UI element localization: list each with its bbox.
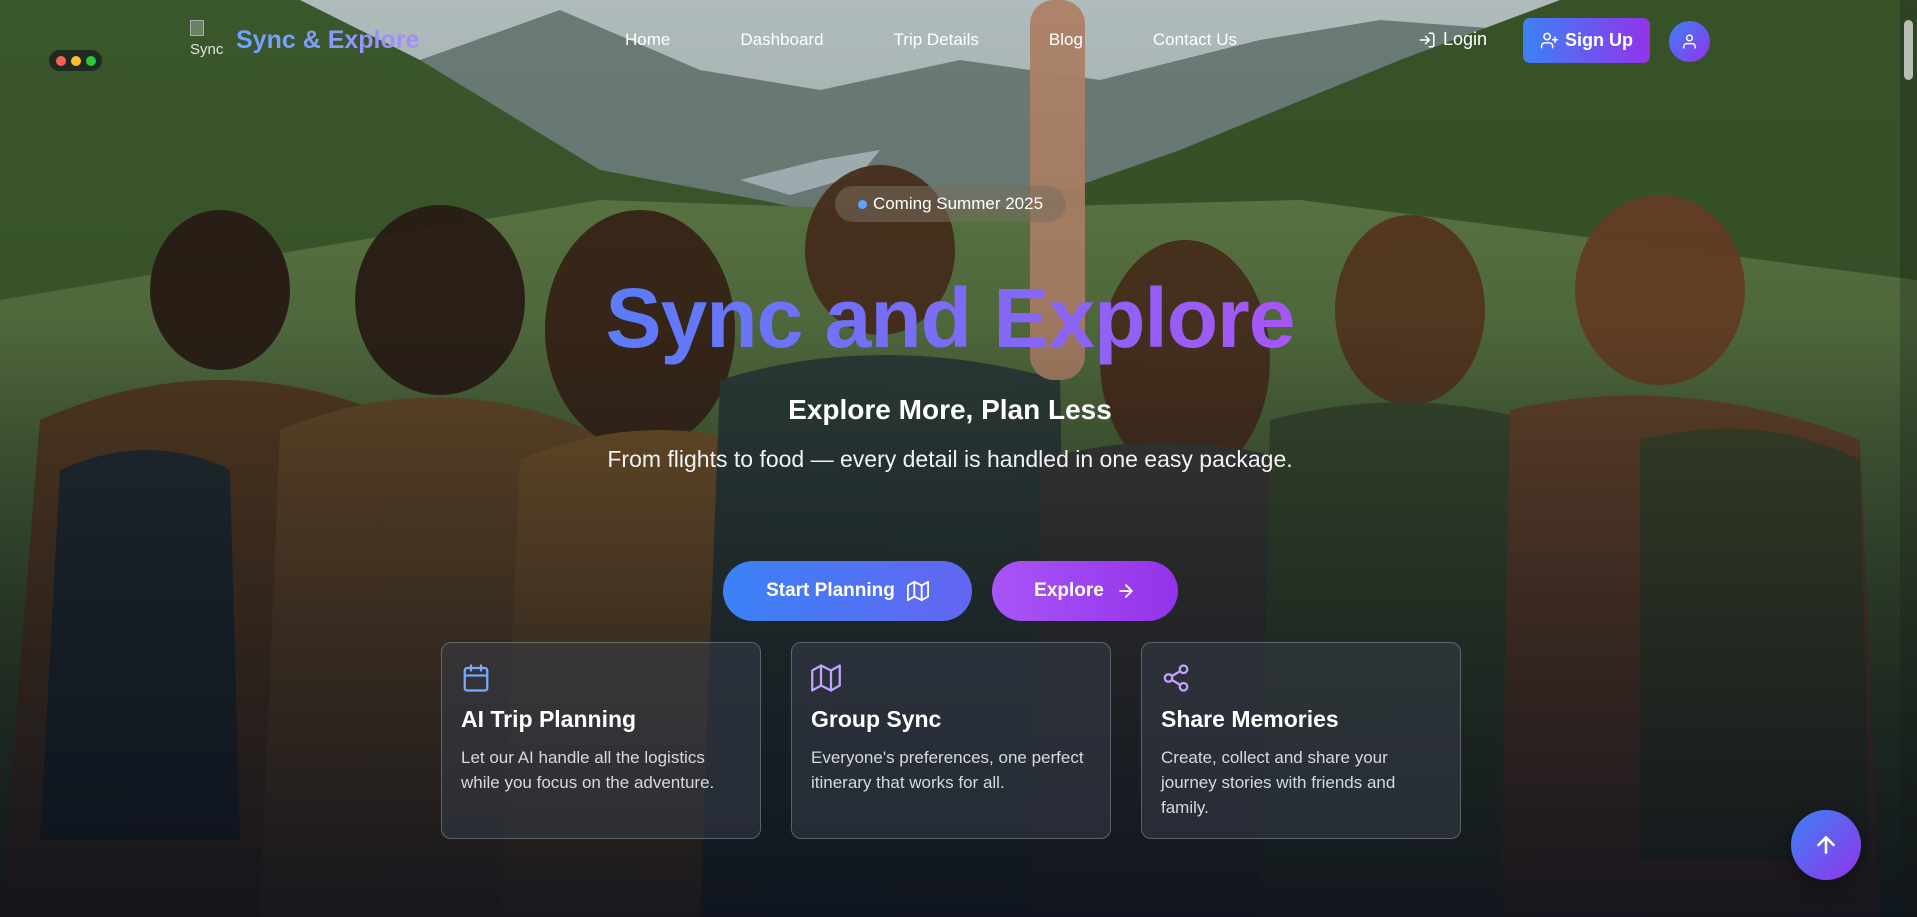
logo-image: Sync	[190, 20, 230, 60]
map-icon	[811, 664, 841, 692]
feature-card-share-memories: Share Memories Create, collect and share…	[1141, 642, 1461, 839]
feature-title: Group Sync	[811, 706, 942, 732]
hero-title: Sync and Explore	[0, 268, 1900, 368]
feature-description: Create, collect and share your journey s…	[1161, 748, 1396, 817]
signup-button[interactable]: Sign Up	[1523, 18, 1650, 63]
explore-button[interactable]: Explore	[992, 561, 1178, 621]
page-scrollbar[interactable]	[1900, 0, 1917, 917]
user-avatar-button[interactable]	[1669, 21, 1710, 62]
feature-title: AI Trip Planning	[461, 706, 637, 732]
navbar: Sync Sync & Explore Home Dashboard Trip …	[0, 0, 1917, 84]
nav-link-trip-details[interactable]: Trip Details	[894, 30, 979, 50]
brand-name: Sync & Explore	[236, 25, 420, 54]
hero-subtitle: Explore More, Plan Less	[788, 394, 1112, 425]
calendar-icon	[463, 664, 489, 692]
feature-title: Share Memories	[1161, 706, 1339, 732]
broken-image-icon	[190, 20, 204, 36]
feature-description: Everyone's preferences, one perfect itin…	[811, 748, 1084, 792]
user-icon	[1683, 34, 1696, 49]
nav-link-home[interactable]: Home	[625, 30, 670, 50]
nav-link-blog[interactable]: Blog	[1049, 30, 1083, 50]
explore-label: Explore	[1034, 580, 1104, 601]
nav-links: Home Dashboard Trip Details Blog Contact…	[625, 30, 1237, 50]
status-dot	[857, 199, 867, 209]
map-icon	[906, 580, 929, 602]
brand-logo-link[interactable]: Sync Sync & Explore	[190, 20, 419, 60]
feature-card-group-sync: Group Sync Everyone's preferences, one p…	[791, 642, 1111, 839]
hero-title-text: Sync and Explore	[605, 271, 1296, 365]
scrollbar-thumb[interactable]	[1904, 20, 1913, 80]
signup-label: Sign Up	[1565, 30, 1633, 50]
coming-soon-badge: Coming Summer 2025	[835, 186, 1066, 222]
feature-card-ai-trip-planning: AI Trip Planning Let our AI handle all t…	[441, 642, 761, 839]
arrow-right-icon	[1119, 584, 1133, 598]
nav-link-dashboard[interactable]: Dashboard	[740, 30, 823, 50]
login-label: Login	[1443, 29, 1488, 49]
share-icon	[1163, 664, 1189, 692]
log-in-icon	[1419, 32, 1435, 47]
hero-description: From flights to food — every detail is h…	[607, 446, 1293, 472]
user-plus-icon	[1540, 32, 1559, 49]
nav-link-contact-us[interactable]: Contact Us	[1153, 30, 1237, 50]
arrow-up-icon	[1817, 836, 1835, 854]
logo-alt-text: Sync	[190, 41, 224, 58]
start-planning-button[interactable]: Start Planning	[723, 561, 972, 621]
feature-description: Let our AI handle all the logistics whil…	[461, 748, 715, 792]
start-planning-label: Start Planning	[766, 580, 895, 601]
badge-label: Coming Summer 2025	[872, 194, 1044, 213]
login-button[interactable]: Login	[1418, 29, 1487, 50]
scroll-to-top-button[interactable]	[1791, 810, 1861, 880]
